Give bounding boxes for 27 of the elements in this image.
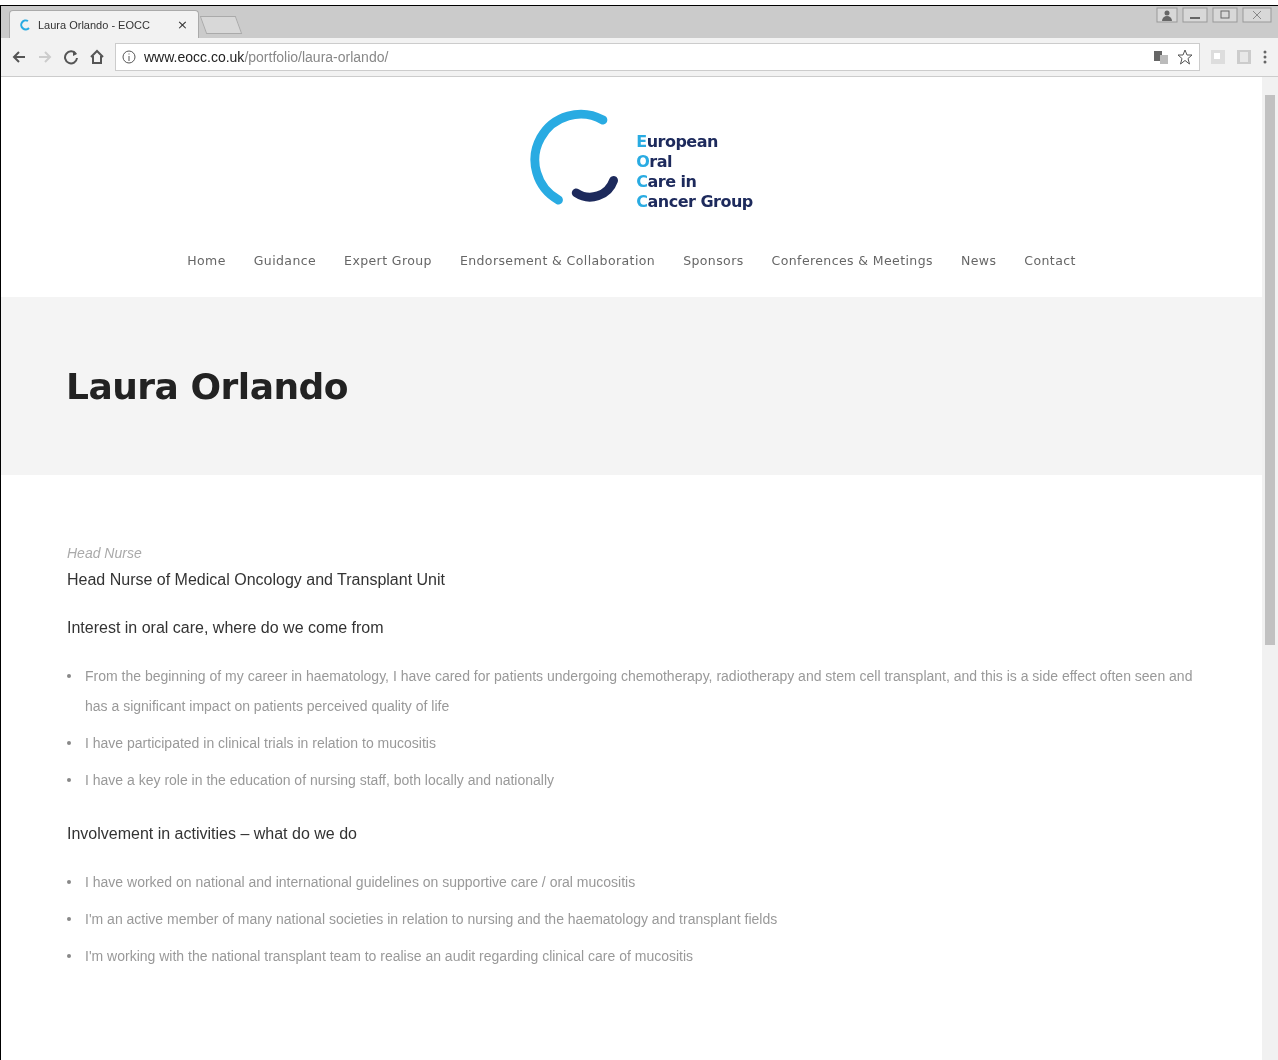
logo-text: Cancer Group	[636, 192, 753, 212]
nav-link[interactable]: Home	[187, 253, 226, 268]
nav-link[interactable]: Conferences & Meetings	[771, 253, 933, 268]
section-heading: Involvement in activities – what do we do	[67, 825, 358, 843]
role-text: Head Nurse of Medical Oncology and Transplant Unit	[67, 571, 446, 589]
list-item: I have a key role in the education of nursing staff, both locally and nationally	[85, 771, 555, 790]
logo-text: Oral	[636, 152, 673, 172]
nav-link[interactable]: Guidance	[253, 253, 317, 268]
section-heading: Interest in oral care, where do we come from	[67, 619, 385, 637]
list-item: From the beginning of my career in haematology, I have cared for patients undergoing chemotherapy, radiotherapy and stem cell transplant, and this is a side effect often seen and has a significant impact on patients perceived quality of life	[85, 667, 1194, 716]
subtitle: Head Nurse	[67, 545, 143, 561]
logo-text: European	[636, 132, 719, 152]
close-tab-button[interactable]: ×	[177, 17, 188, 32]
list-item: I'm working with the national transplant team to realise an audit regarding clinical care of mucositis	[85, 947, 694, 966]
list-item: I have worked on national and international guidelines on supportive care / oral mucositis	[85, 873, 636, 892]
browser-tab[interactable]: Laura Orlando - EOCC ×	[9, 10, 199, 38]
nav-link[interactable]: Endorsement & Collaboration	[459, 253, 656, 268]
logo-text: Care in	[636, 172, 698, 192]
nav-link[interactable]: Contact	[1024, 253, 1076, 268]
page-title: Laura Orlando	[66, 365, 349, 407]
list-item: I'm an active member of many national societies in relation to nursing and the haematology and transplant fields	[85, 910, 778, 929]
nav-link[interactable]: Sponsors	[683, 253, 744, 268]
list-item: I have participated in clinical trials in relation to mucositis	[85, 734, 436, 753]
tab-title: Laura Orlando - EOCC	[38, 18, 151, 31]
address-bar[interactable]: www.eocc.co.uk/portfolio/laura-orlando/	[115, 43, 1200, 71]
nav-link[interactable]: Expert Group	[344, 253, 432, 268]
nav-link[interactable]: News	[960, 253, 997, 268]
